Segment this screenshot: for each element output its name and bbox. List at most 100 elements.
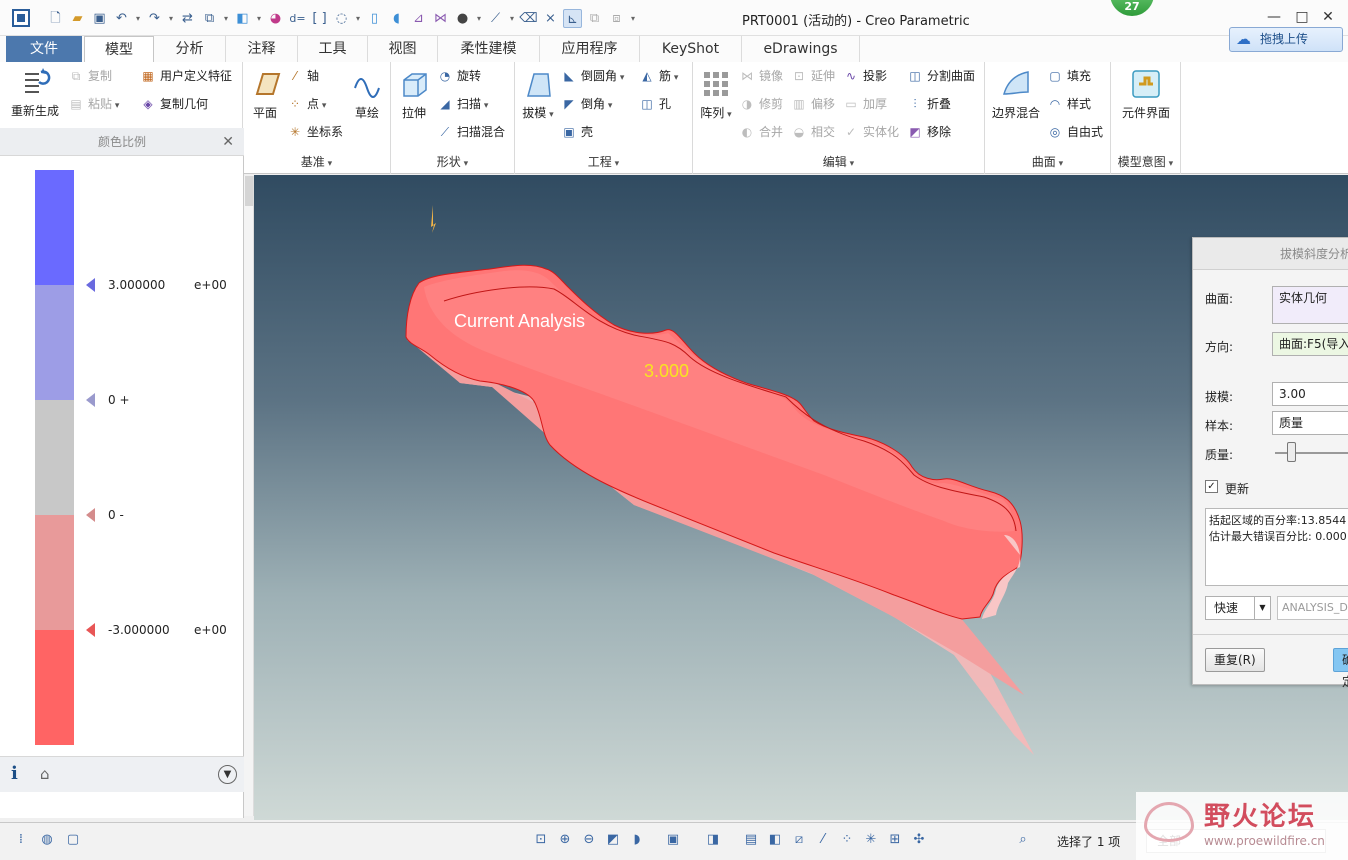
scrollbar-thumb[interactable]	[245, 176, 253, 206]
scale-marker[interactable]: -3.000000 e+00	[86, 621, 246, 639]
extrude-button[interactable]: 拉伸	[395, 68, 433, 121]
annotation-display-icon[interactable]: ⊞	[886, 831, 904, 849]
datum-display-icon[interactable]: ◧	[766, 831, 784, 849]
sphere-icon[interactable]: ●	[453, 9, 472, 28]
boundary-blend-button[interactable]: 边界混合	[989, 68, 1043, 121]
drag-upload-button[interactable]: ☁ 拖拽上传	[1229, 27, 1343, 52]
new-icon[interactable]: 🗋	[46, 9, 65, 28]
pattern-button[interactable]: 阵列	[697, 68, 735, 121]
perspective-icon[interactable]: ▤	[742, 831, 760, 849]
part-model[interactable]	[254, 175, 1348, 820]
creo-app-icon[interactable]	[12, 9, 30, 27]
solidify-button[interactable]: ✓ 实体化	[843, 122, 899, 142]
update-checkbox[interactable]: ✓	[1205, 480, 1218, 493]
point-button[interactable]: ⁘ 点	[287, 94, 326, 114]
plane-button[interactable]: 平面	[247, 68, 283, 121]
draft-angle-input[interactable]: 3.00	[1272, 382, 1348, 406]
tab-flexible-modeling[interactable]: 柔性建模	[438, 36, 540, 62]
panel-scrollbar[interactable]	[244, 176, 254, 816]
extend-button[interactable]: ⊡ 延伸	[791, 66, 835, 86]
ok-button[interactable]: 确定	[1333, 648, 1348, 689]
fold-button[interactable]: ⫶ 折叠	[907, 94, 951, 114]
copy-window-icon[interactable]: ⧉	[585, 9, 604, 28]
appearance-icon[interactable]: ◕	[266, 9, 285, 28]
surface-field[interactable]: 实体几何	[1272, 286, 1348, 324]
tab-edrawings[interactable]: eDrawings	[742, 36, 860, 62]
zoom-in-icon[interactable]: ⊕	[556, 831, 574, 849]
remove-button[interactable]: ◩ 移除	[907, 122, 951, 142]
redo-dropdown-icon[interactable]: ▾	[167, 14, 175, 23]
windows-icon[interactable]: ⧉	[200, 9, 219, 28]
marker-value[interactable]: 0 +	[104, 391, 188, 409]
merge-button[interactable]: ◐ 合并	[739, 122, 783, 142]
thicken-button[interactable]: ▭ 加厚	[843, 94, 887, 114]
expand-chevron-icon[interactable]: ▼	[218, 765, 237, 784]
view-cube-icon[interactable]: ◧	[233, 9, 252, 28]
extrude-small-icon[interactable]: ▯	[365, 9, 384, 28]
component-interface-button[interactable]: 元件界面	[1115, 68, 1177, 121]
intersect-button[interactable]: ◒ 相交	[791, 122, 835, 142]
tab-annotate[interactable]: 注释	[226, 36, 298, 62]
fill-button[interactable]: ▢ 填充	[1047, 66, 1091, 86]
mode-select[interactable]: 快速 ▼	[1205, 596, 1271, 620]
project-button[interactable]: ∿ 投影	[843, 66, 887, 86]
copy-button[interactable]: ⧉ 复制	[68, 66, 112, 86]
graphics-viewport[interactable]: Current Analysis 3.000	[254, 175, 1348, 820]
copy-geometry-button[interactable]: ◈ 复制几何	[140, 94, 208, 114]
view-manager-icon[interactable]: ◨	[704, 831, 722, 849]
marker-value[interactable]: 0 -	[104, 506, 188, 524]
zoom-out-icon[interactable]: ⊖	[580, 831, 598, 849]
quality-slider-handle[interactable]	[1287, 442, 1296, 462]
tab-view[interactable]: 视图	[368, 36, 438, 62]
shell-button[interactable]: ▣ 壳	[561, 122, 593, 142]
close-button[interactable]: ✕	[1316, 6, 1340, 28]
regenerate-button[interactable]: 重新生成	[6, 66, 64, 119]
close-window-icon[interactable]: ⨯	[541, 9, 560, 28]
chamfer-button[interactable]: ◤ 倒角	[561, 94, 612, 114]
analysis-name-field[interactable]: ANALYSIS_DRAFT_1	[1277, 596, 1348, 620]
marker-value[interactable]: 3.000000	[104, 276, 188, 294]
open-icon[interactable]: ▰	[68, 9, 87, 28]
swept-blend-button[interactable]: ⟋ 扫描混合	[437, 122, 505, 142]
scale-marker[interactable]: 0 +	[86, 391, 246, 409]
measure-dropdown-icon[interactable]: ▾	[508, 14, 516, 23]
mirror-button[interactable]: ⋈ 镜像	[739, 66, 783, 86]
datum-group-footer[interactable]: 基准	[243, 153, 390, 170]
csys-button[interactable]: ✳ 坐标系	[287, 122, 343, 142]
view-dropdown-icon[interactable]: ▾	[255, 14, 263, 23]
relations-icon[interactable]: [ ]	[310, 9, 329, 28]
point-display-icon[interactable]: ⁘	[838, 831, 856, 849]
trim-button[interactable]: ◑ 修剪	[739, 94, 783, 114]
paste-button[interactable]: ▤ 粘贴	[68, 94, 119, 114]
marker-value[interactable]: -3.000000	[104, 621, 188, 639]
editing-group-footer[interactable]: 编辑	[693, 153, 984, 170]
tab-analysis[interactable]: 分析	[154, 36, 226, 62]
offset-button[interactable]: ▥ 偏移	[791, 94, 835, 114]
axis-display-icon[interactable]: ⁄	[814, 831, 832, 849]
customize-dropdown-icon[interactable]: ▾	[629, 14, 637, 23]
hole-button[interactable]: ◫ 孔	[639, 94, 671, 114]
sweep-button[interactable]: ◢ 扫描	[437, 94, 488, 114]
tab-tools[interactable]: 工具	[298, 36, 368, 62]
axis-button[interactable]: ⁄ 轴	[287, 66, 319, 86]
spin-center-icon[interactable]: ✣	[910, 831, 928, 849]
blend-small-icon[interactable]: ⊿	[409, 9, 428, 28]
refit-icon[interactable]: ⊡	[532, 831, 550, 849]
display-style-icon[interactable]: ▣	[664, 831, 682, 849]
sample-select[interactable]: 质量	[1272, 411, 1348, 435]
reorient-icon[interactable]: ◩	[604, 831, 622, 849]
dimension-icon[interactable]: d=	[288, 9, 307, 28]
saved-views-icon[interactable]: ◗	[628, 831, 646, 849]
rib-button[interactable]: ◭ 筋	[639, 66, 678, 86]
browser-icon[interactable]: ◍	[38, 831, 56, 849]
user-defined-feature-button[interactable]: ▦ 用户定义特征	[140, 66, 232, 86]
surfaces-group-footer[interactable]: 曲面	[985, 153, 1110, 170]
sphere-dropdown-icon[interactable]: ▾	[475, 14, 483, 23]
eraser-icon[interactable]: ⌫	[519, 9, 538, 28]
comment-dropdown-icon[interactable]: ▾	[354, 14, 362, 23]
revolve-small-icon[interactable]: ◖	[387, 9, 406, 28]
revolve-button[interactable]: ◔ 旋转	[437, 66, 481, 86]
round-button[interactable]: ◣ 倒圆角	[561, 66, 624, 86]
direction-field[interactable]: 曲面:F5(导入特征)	[1272, 332, 1348, 356]
undo-icon[interactable]: ↶	[112, 9, 131, 28]
